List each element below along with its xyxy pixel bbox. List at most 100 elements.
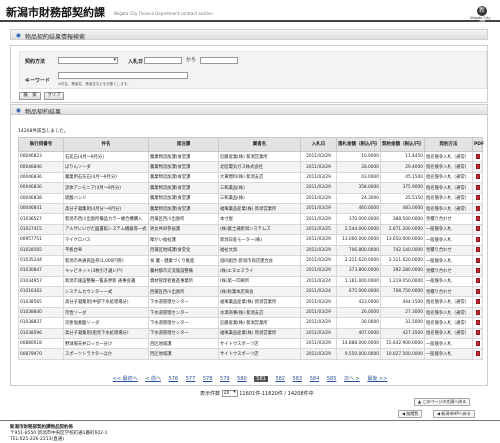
pdf-icon[interactable] [475,299,480,305]
table-cell[interactable]: スポーツトラクターほか [63,348,149,360]
date-to-input[interactable] [200,57,238,64]
table-cell[interactable]: 野球場天井ロッカー分け [63,338,149,350]
pdf-icon[interactable] [475,340,480,346]
pager-page-link[interactable]: 583 [293,376,303,382]
pdf-icon[interactable] [475,216,480,222]
pager-page-link[interactable]: 576 [169,376,179,382]
table-row[interactable]: 01038596 高分子凝集剤(船見下水処理場分) 下水道管理センター 福塚薬品産業(… [18,327,483,340]
pdf-icon[interactable] [475,195,480,201]
table-row[interactable]: 01035244 新潟市共通商品券(1,000円券) 食 農・健康づくり推進 協同組合… [18,254,483,267]
table-cell[interactable]: ぱりんソーダ [63,161,149,173]
date-from-input[interactable] [144,57,182,64]
table-cell[interactable]: 高分子凝集剤(船見下水処理場分) [63,327,149,340]
table-cell[interactable]: 高分子凝集剤(中部下水処理場分) [63,296,149,308]
pdf-icon[interactable] [475,184,480,190]
pager-page-link[interactable]: 585 [327,376,337,382]
search-section-header: 物品契約結果情報検索 [10,29,488,41]
pager-page-link[interactable]: 579 [220,376,230,382]
pager-page-link[interactable]: 582 [275,376,285,382]
clear-button[interactable]: クリア [44,92,64,100]
pdf-icon[interactable] [475,257,480,263]
pager-prev-link[interactable]: < 前へ [145,376,161,382]
table-cell[interactable]: 新潟市西川出張所備品カラー複合機購入 [63,213,149,225]
col-header[interactable]: 発注課 [148,137,219,152]
pdf-icon[interactable] [475,174,480,180]
table-row[interactable]: 00046836 農業用石灰石(4月～9月分) 農業物流加課(食堂課 大東燃料(株) … [18,171,483,184]
pdf-icon[interactable] [475,319,480,325]
site-title[interactable]: 新潟市財務部契約課 [6,4,105,20]
table-cell[interactable]: アルザにいがた図書館システム機器等一式 [63,223,149,236]
col-header[interactable]: 件名 [63,137,149,152]
pdf-icon[interactable] [475,278,480,284]
table-row[interactable]: 01030847 キャビネット(3枚引き違い戸) 農村都市交流施設整備 (株)エヌエス… [18,265,483,277]
table-row[interactable]: 00880018 野球場天井ロッカー分け 西区地域課 サイトウスポーツ店 2011/03… [18,338,483,350]
table-cell[interactable]: 次亜塩素酸ソーダ [63,317,149,329]
pdf-icon[interactable] [475,205,480,211]
table-cell[interactable]: 新潟市共通商品券(1,000円券) [63,254,149,267]
table-row[interactable]: 01038565 高分子凝集剤(中部下水処理場分) 下水道管理センター 福塚薬品産業(… [18,296,483,308]
pager-page-link[interactable]: 578 [203,376,213,382]
method-select[interactable] [58,57,118,64]
pager-page-link[interactable]: 580 [237,376,247,382]
table-cell[interactable]: 平板台車 [63,244,149,256]
table-cell: 2011/03/29 [300,234,337,246]
col-header[interactable]: 業者名 [218,137,301,152]
search-button[interactable]: 検 索 [19,92,41,100]
city-home-button[interactable]: ◀ 新潟市HPへ戻る [433,410,475,418]
city-logo-icon[interactable]: 新潟市 [477,6,487,34]
keyword-input[interactable] [58,72,188,79]
col-header[interactable]: 入札日 [300,137,337,152]
table-cell: 資材管理者推進事業所 [148,275,219,288]
table-row[interactable]: 00046830 流体アンモニア(4月～9月分) 農業物流加課(食堂課 三和薬品(株)… [18,182,483,194]
pdf-icon[interactable] [475,226,480,232]
table-row[interactable]: 00046840 ぱりんソーダ 農業物流加課(食堂課 北陸電気ガス株式会社 2011/0… [18,161,483,173]
pdf-icon[interactable] [475,288,480,294]
pager-first-link[interactable]: << 最初へ [113,376,138,382]
pdf-cell [472,286,483,298]
table-row[interactable]: 01034957 新潟市施設整備一覧表更新 通事会議 資材管理者推進事業所 (株)第一… [18,275,483,288]
table-row[interactable]: 01038840 苛性ソーダ 下水道管理センター 水澤商事(株) 新潟支店 2011/0… [18,306,483,319]
display-count-select[interactable]: 20 [221,390,238,397]
table-row[interactable]: 01038837 次亜塩素酸ソーダ 下水道管理センター 近藤産業(株) 新潟営業所 20… [18,317,483,329]
table-row[interactable]: 01027415 アルザにいがた図書館システム機器等一式 男女共同参画課 (株)富士通… [18,223,483,236]
table-row[interactable]: 00046841 高分子凝集剤(4月分～9月分) 農業物流加課(食堂課 福塚薬品産業(… [18,202,483,215]
table-cell[interactable]: 流体アンモニア(4月～9月分) [63,182,149,194]
pdf-icon[interactable] [475,164,480,170]
table-row[interactable]: 00046838 硫酸バンド 農業物流加課(食堂課 三和薬品(株) 2011/03/29… [18,192,483,204]
table-cell[interactable]: 高分子凝集剤(4月分～9月分) [63,202,149,215]
pdf-icon[interactable] [475,309,480,315]
col-header[interactable]: 落札金額（税込/円） [336,137,381,152]
table-cell[interactable]: キャビネット(3枚引き違い戸) [63,265,149,277]
pager-next-link[interactable]: 次へ > [344,376,360,382]
back-button[interactable]: ◀ 前閲覧 [398,410,423,418]
table-cell[interactable]: マイクロバス [63,234,149,246]
table-cell[interactable]: システムカウンター一式 [63,286,149,298]
table-cell[interactable]: 石炭石(4月～9月分) [63,150,149,163]
pager-last-link[interactable]: 最後 >> [367,376,387,382]
pdf-icon[interactable] [475,351,480,357]
table-row[interactable]: 01016362 システムカウンター一式 西蒲区西川出張所 (株)秋葉本店商会 2011… [18,286,483,298]
table-cell: 427.3500 [380,327,425,340]
table-row[interactable]: 00957751 マイクロバス 障がい福祉課 新潟日産モーター(株) 2011/03/2… [18,234,483,246]
col-header[interactable]: 執行伺番号 [18,137,64,152]
pager-page-link[interactable]: 584 [310,376,320,382]
table-cell: 675.000.0000 [336,286,381,298]
pdf-icon[interactable] [475,236,480,242]
table-row[interactable]: 01036527 新潟市西川出張所備品カラー複合機購入 西蒲区西川出張所 本寸屋 201… [18,213,483,225]
table-row[interactable]: 01028565 平板台車 西蒲区地域課(食堂化 福祉文具 2011/03/29 706.… [18,244,483,256]
col-header[interactable]: 契約金額（税込/円） [380,137,425,152]
pdf-icon[interactable] [475,247,480,253]
page-top-button[interactable]: ▲ このページの先頭へ戻る [414,398,471,406]
table-row[interactable]: 00046823 石炭石(4月～9月分) 農業物流加課(食堂課 近藤産業(株) 新潟営… [18,150,483,163]
pdf-icon[interactable] [475,153,480,159]
pdf-icon[interactable] [475,267,480,273]
table-cell[interactable]: 苛性ソーダ [63,306,149,319]
table-row[interactable]: 00879970 スポーツトラクターほか 西区地域課 サイトウスポーツ店 2011/03… [18,348,483,360]
pdf-icon[interactable] [475,330,480,336]
pager-page-link[interactable]: 577 [186,376,196,382]
table-cell[interactable]: 硫酸バンド [63,192,149,204]
table-cell[interactable]: 農業用石灰石(4月～9月分) [63,171,149,184]
table-cell: 706.800.0000 [336,244,381,256]
col-header[interactable]: 契約方法 [424,137,473,152]
table-cell[interactable]: 新潟市施設整備一覧表更新 通事会議 [63,275,149,288]
